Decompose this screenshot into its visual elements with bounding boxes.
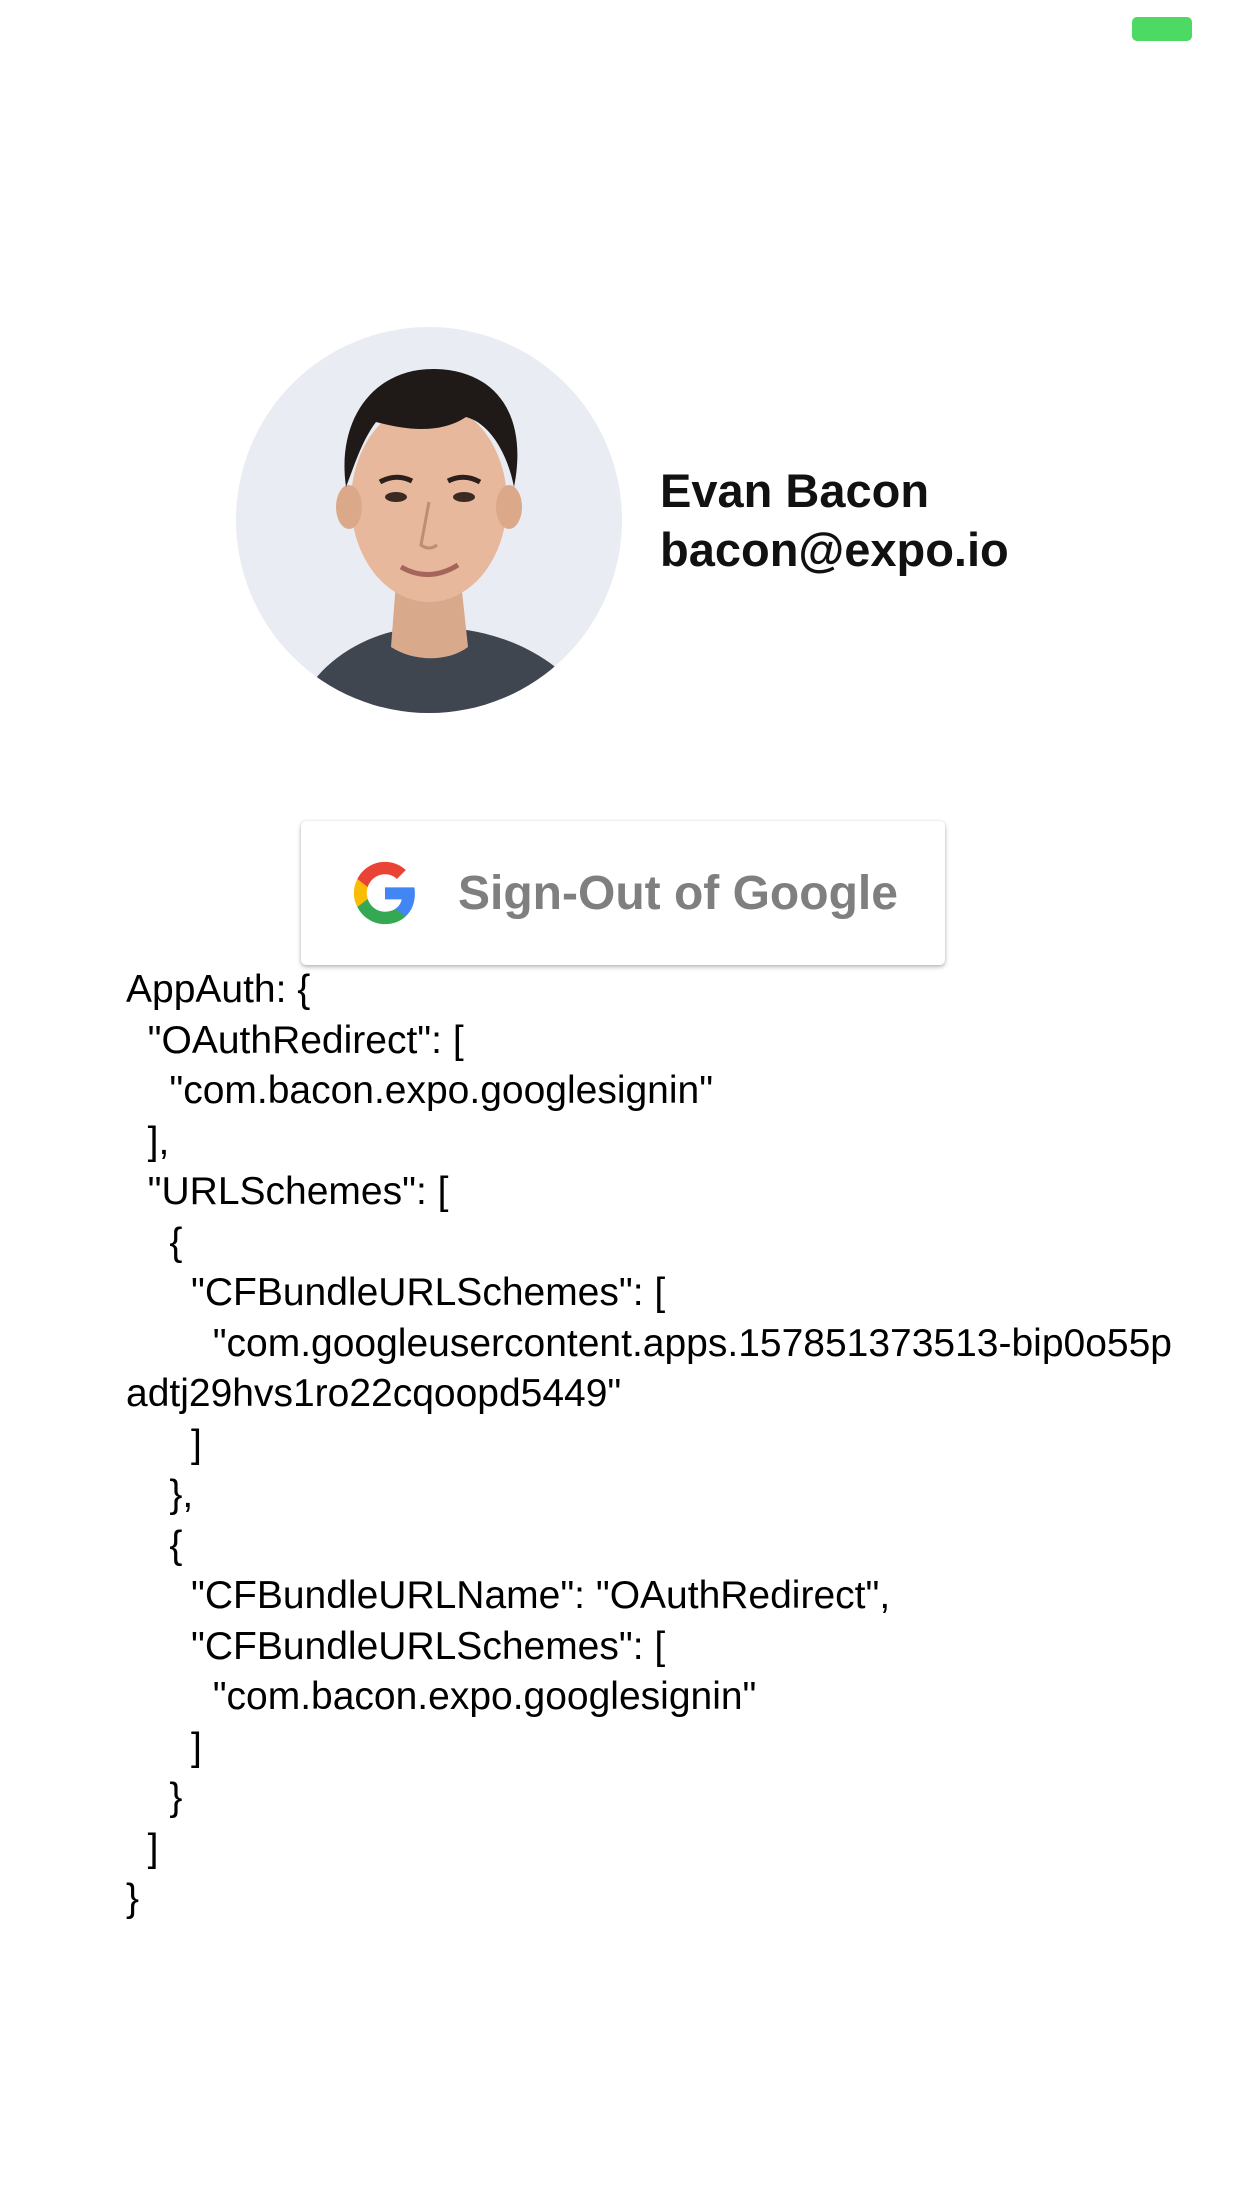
user-email: bacon@expo.io [660, 523, 1009, 576]
avatar-photo [236, 327, 622, 713]
avatar [236, 327, 622, 713]
sign-out-button[interactable]: Sign-Out of Google [301, 821, 945, 965]
app-auth-config-text: AppAuth: { "OAuthRedirect": [ "com.bacon… [126, 968, 1172, 1920]
google-g-icon [351, 859, 419, 927]
sign-out-label: Sign-Out of Google [458, 866, 898, 920]
profile-info: Evan Bacon bacon@expo.io [660, 461, 1009, 579]
battery-icon [1132, 17, 1192, 41]
profile-header: Evan Bacon bacon@expo.io [236, 327, 1009, 713]
user-name: Evan Bacon [660, 464, 930, 517]
